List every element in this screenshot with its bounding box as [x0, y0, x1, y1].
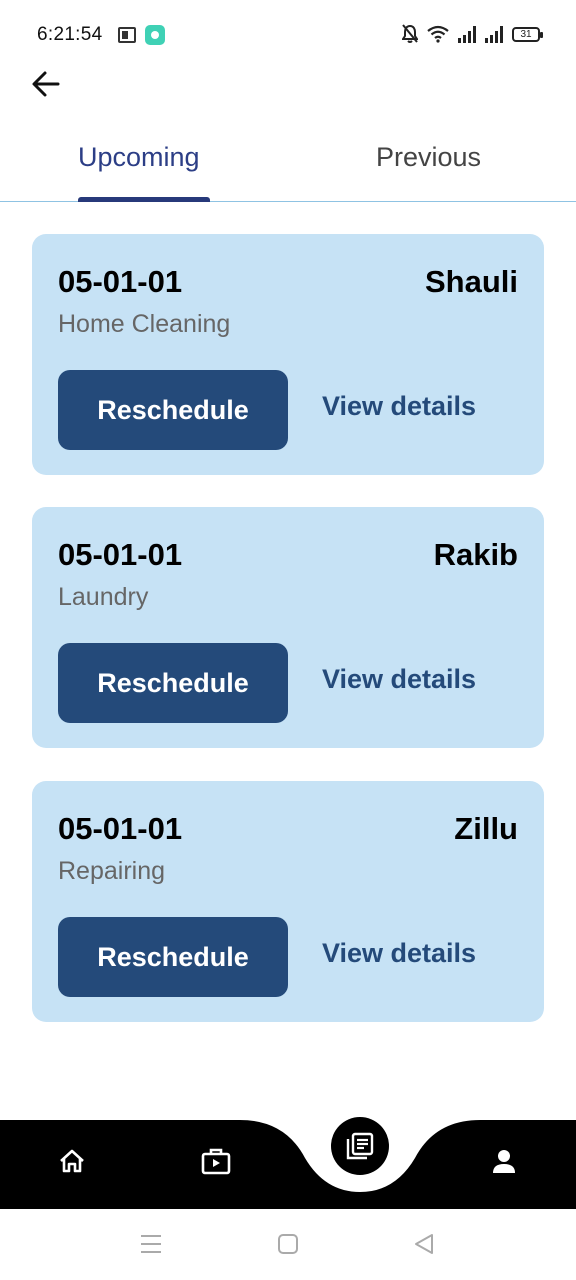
bottom-nav	[0, 1117, 576, 1209]
status-left-icons	[118, 25, 165, 45]
booking-date: 05-01-01	[58, 811, 183, 846]
status-time: 6:21:54	[37, 24, 103, 45]
back-button[interactable]	[28, 66, 64, 102]
status-bar: 6:21:54 31	[0, 0, 576, 70]
nav-profile[interactable]	[488, 1145, 520, 1177]
arrow-left-icon	[32, 71, 60, 97]
sim-icon	[118, 27, 136, 43]
menu-icon[interactable]	[139, 1233, 163, 1255]
app-notification-icon	[145, 25, 165, 45]
customer-name: Shauli	[424, 264, 518, 299]
booking-tabs: Upcoming Previous	[0, 126, 576, 202]
tab-indicator	[78, 197, 210, 202]
service-type: Laundry	[58, 583, 149, 611]
briefcase-icon	[201, 1148, 231, 1175]
booking-card: 05-01-01 Shauli Home Cleaning Reschedule…	[32, 234, 544, 475]
wifi-icon	[427, 25, 449, 43]
mute-bell-icon	[402, 24, 418, 43]
customer-name: Zillu	[454, 811, 518, 846]
service-type: Repairing	[58, 857, 166, 885]
home-icon	[60, 1149, 84, 1173]
view-details-link[interactable]: View details	[322, 391, 476, 422]
view-details-link[interactable]: View details	[322, 664, 476, 695]
bookings-icon	[346, 1132, 374, 1160]
tab-upcoming[interactable]: Upcoming	[78, 142, 200, 173]
profile-icon	[493, 1150, 515, 1173]
customer-name: Rakib	[433, 537, 518, 572]
view-details-link[interactable]: View details	[322, 938, 476, 969]
booking-date: 05-01-01	[58, 537, 183, 572]
service-type: Home Cleaning	[58, 310, 231, 338]
signal-icon	[485, 25, 503, 43]
booking-date: 05-01-01	[58, 264, 183, 299]
booking-card: 05-01-01 Zillu Repairing Reschedule View…	[32, 781, 544, 1022]
reschedule-button[interactable]: Reschedule	[58, 370, 288, 450]
reschedule-button[interactable]: Reschedule	[58, 643, 288, 723]
reschedule-button[interactable]: Reschedule	[58, 917, 288, 997]
booking-card: 05-01-01 Rakib Laundry Reschedule View d…	[32, 507, 544, 748]
status-right-icons: 31	[402, 24, 543, 44]
nav-services[interactable]	[199, 1144, 233, 1178]
nav-home[interactable]	[56, 1145, 88, 1177]
system-nav	[0, 1209, 576, 1280]
home-square-icon[interactable]	[277, 1233, 299, 1255]
tab-previous[interactable]: Previous	[376, 142, 481, 173]
back-triangle-icon[interactable]	[413, 1233, 435, 1255]
nav-bookings[interactable]	[331, 1117, 389, 1175]
battery-icon: 31	[512, 26, 543, 42]
signal-icon	[458, 25, 476, 43]
